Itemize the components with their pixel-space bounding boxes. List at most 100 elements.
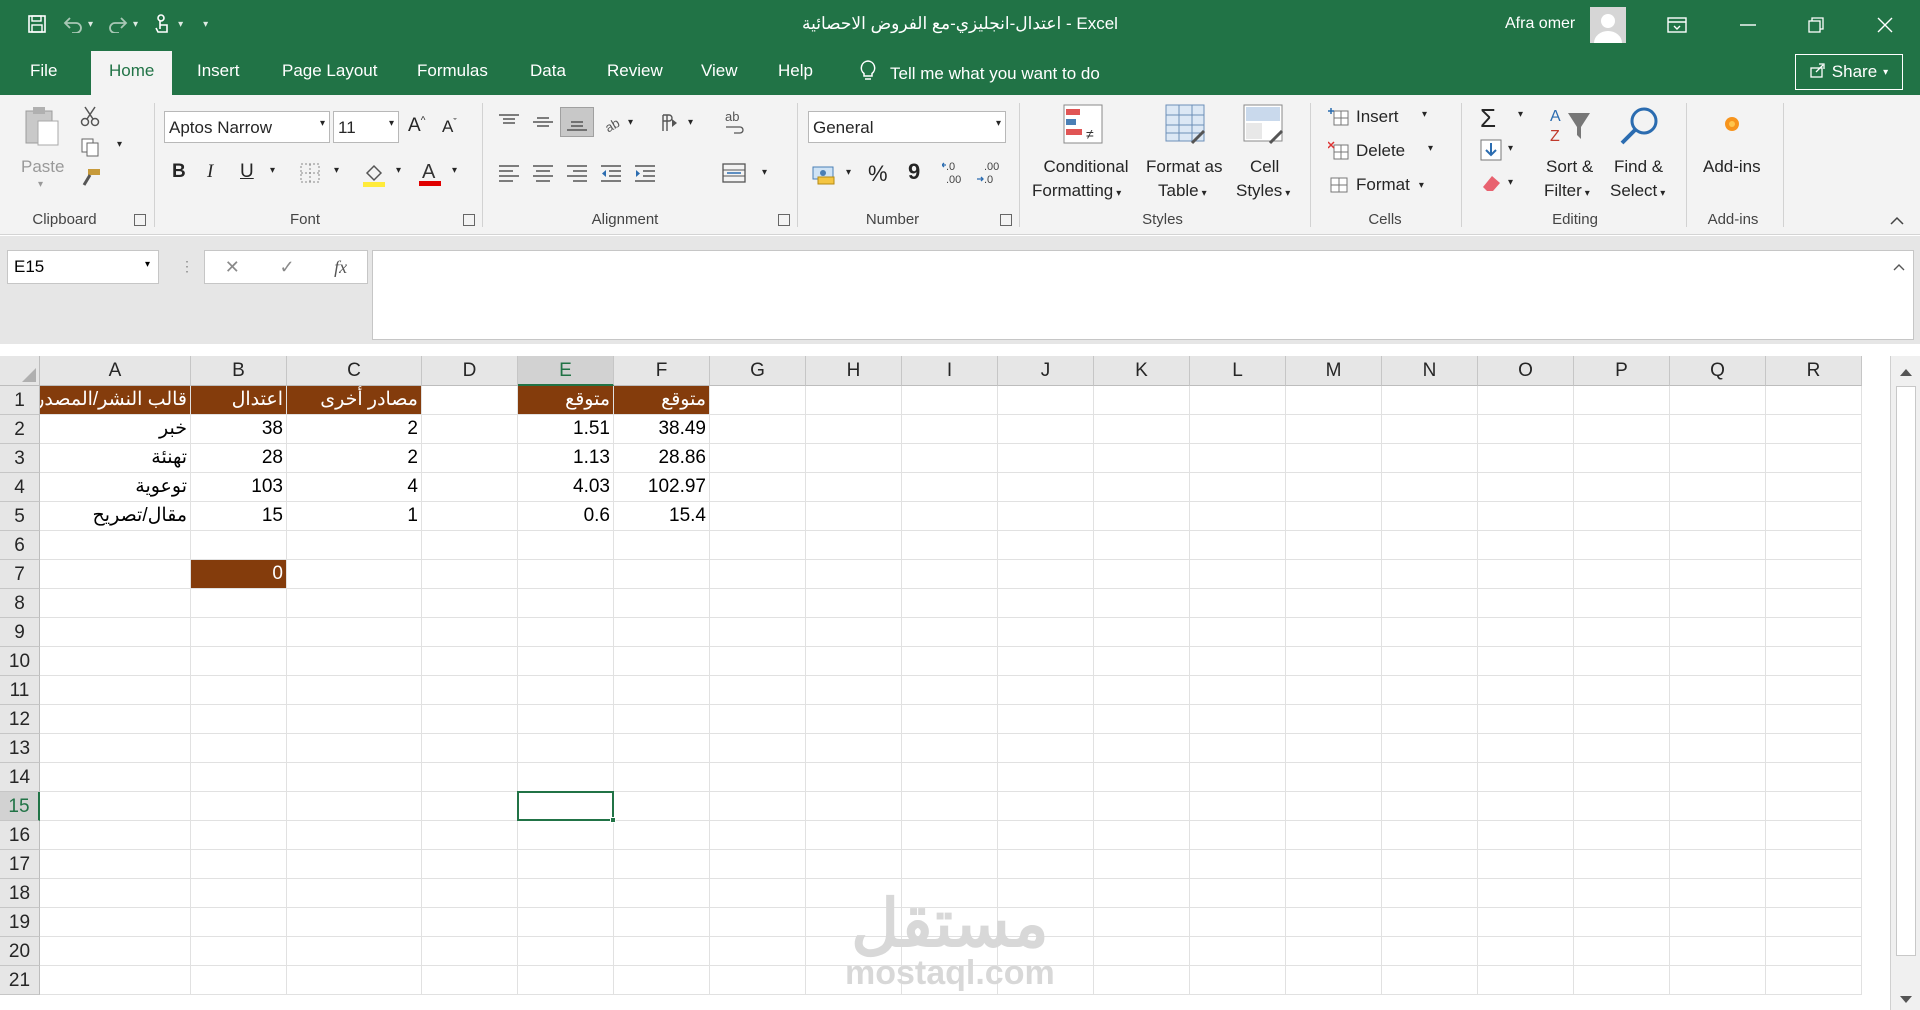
column-header-o[interactable]: O — [1478, 356, 1574, 386]
column-header-r[interactable]: R — [1766, 356, 1862, 386]
cell-f5[interactable]: 15.4 — [614, 502, 709, 530]
column-header-a[interactable]: A — [40, 356, 191, 386]
column-header-b[interactable]: B — [191, 356, 287, 386]
fill-dropdown-icon[interactable]: ▾ — [1508, 143, 1513, 154]
row-header-12[interactable]: 12 — [0, 705, 40, 734]
row-header-4[interactable]: 4 — [0, 473, 40, 502]
number-launcher-icon[interactable] — [1000, 214, 1012, 226]
column-header-h[interactable]: H — [806, 356, 902, 386]
cell-c5[interactable]: 1 — [287, 502, 421, 530]
cell-c2[interactable]: 2 — [287, 415, 421, 443]
font-launcher-icon[interactable] — [463, 214, 475, 226]
conditional-formatting-icon[interactable]: ≠ — [1062, 103, 1106, 154]
insert-function-button[interactable]: fx — [334, 257, 347, 278]
font-name-select[interactable]: Aptos Narrow ▾ — [164, 111, 330, 143]
clipboard-launcher-icon[interactable] — [134, 214, 146, 226]
paste-label[interactable]: Paste — [21, 157, 64, 177]
row-header-2[interactable]: 2 — [0, 415, 40, 444]
row-header-17[interactable]: 17 — [0, 850, 40, 879]
wrap-text-icon[interactable]: ab — [724, 109, 746, 140]
orientation-dropdown-icon[interactable]: ▾ — [628, 117, 633, 128]
add-ins-icon[interactable] — [1723, 115, 1741, 138]
find-select-label-2[interactable]: Select ▾ — [1610, 181, 1665, 201]
sort-filter-icon[interactable]: AZ — [1548, 105, 1592, 152]
tab-file[interactable]: File — [30, 61, 57, 81]
share-button[interactable]: Share ▾ — [1795, 54, 1903, 90]
row-header-11[interactable]: 11 — [0, 676, 40, 705]
vertical-scrollbar[interactable] — [1890, 356, 1920, 1010]
top-align-icon[interactable] — [498, 113, 520, 136]
middle-align-icon[interactable] — [532, 113, 554, 136]
tab-page-layout[interactable]: Page Layout — [282, 61, 377, 81]
format-painter-icon[interactable] — [80, 167, 102, 192]
row-header-20[interactable]: 20 — [0, 937, 40, 966]
align-right-icon[interactable] — [566, 163, 588, 188]
column-header-e[interactable]: E — [518, 356, 614, 386]
fill-color-dropdown-icon[interactable]: ▾ — [396, 165, 401, 176]
cell-b5[interactable]: 15 — [191, 502, 286, 530]
fill-color-icon[interactable] — [362, 161, 386, 192]
minimize-icon[interactable] — [1733, 10, 1763, 40]
row-header-15[interactable]: 15 — [0, 792, 40, 821]
decrease-font-size-icon[interactable]: Aˇ — [442, 117, 457, 137]
accounting-dropdown-icon[interactable]: ▾ — [846, 167, 851, 178]
scroll-up-icon[interactable] — [1899, 364, 1913, 382]
cell-a5[interactable]: مقال/تصريح — [40, 502, 190, 530]
cell-styles-label-1[interactable]: Cell — [1250, 157, 1279, 177]
format-cells-button[interactable]: Format ▾ — [1328, 175, 1424, 195]
format-as-table-label-2[interactable]: Table ▾ — [1158, 181, 1207, 201]
cell-b7[interactable]: 0 — [191, 560, 286, 588]
delete-cells-button[interactable]: Delete — [1328, 141, 1405, 161]
autosum-dropdown-icon[interactable]: ▾ — [1518, 109, 1523, 120]
cell-e4[interactable]: 4.03 — [518, 473, 613, 501]
percent-style-button[interactable]: % — [868, 161, 888, 187]
row-header-10[interactable]: 10 — [0, 647, 40, 676]
font-color-dropdown-icon[interactable]: ▾ — [452, 165, 457, 176]
copy-icon[interactable] — [80, 137, 100, 162]
cell-b2[interactable]: 38 — [191, 415, 286, 443]
orientation-icon[interactable]: ab — [602, 113, 625, 138]
merge-center-icon[interactable] — [722, 163, 746, 188]
tab-view[interactable]: View — [701, 61, 738, 81]
column-header-c[interactable]: C — [287, 356, 422, 386]
conditional-formatting-label-1[interactable]: Conditional — [1040, 157, 1132, 177]
underline-button[interactable]: U — [240, 161, 254, 183]
row-header-19[interactable]: 19 — [0, 908, 40, 937]
clear-icon[interactable] — [1480, 173, 1502, 198]
tab-review[interactable]: Review — [607, 61, 663, 81]
row-header-18[interactable]: 18 — [0, 879, 40, 908]
close-icon[interactable] — [1870, 10, 1900, 40]
row-header-14[interactable]: 14 — [0, 763, 40, 792]
autosum-icon[interactable]: Σ — [1480, 103, 1496, 134]
cell-c3[interactable]: 2 — [287, 444, 421, 472]
tab-help[interactable]: Help — [778, 61, 813, 81]
paste-icon[interactable] — [22, 105, 62, 146]
comma-style-button[interactable]: 9 — [908, 159, 920, 185]
column-header-p[interactable]: P — [1574, 356, 1670, 386]
scroll-down-icon[interactable] — [1899, 992, 1913, 1010]
enter-icon[interactable]: ✓ — [279, 257, 294, 278]
collapse-ribbon-icon[interactable] — [1890, 211, 1904, 231]
align-center-icon[interactable] — [532, 163, 554, 188]
conditional-formatting-label-2[interactable]: Formatting ▾ — [1032, 181, 1121, 201]
fill-icon[interactable] — [1480, 139, 1502, 166]
sort-filter-label-1[interactable]: Sort & — [1546, 157, 1593, 177]
merge-dropdown-icon[interactable]: ▾ — [762, 167, 767, 178]
row-header-6[interactable]: 6 — [0, 531, 40, 560]
cell-f3[interactable]: 28.86 — [614, 444, 709, 472]
cell-b4[interactable]: 103 — [191, 473, 286, 501]
column-header-l[interactable]: L — [1190, 356, 1286, 386]
increase-decimal-icon[interactable]: .0.00 — [941, 159, 968, 192]
cell-c4[interactable]: 4 — [287, 473, 421, 501]
cell-a1[interactable]: قالب النشر/المصدر — [40, 386, 190, 414]
column-header-m[interactable]: M — [1286, 356, 1382, 386]
column-header-d[interactable]: D — [422, 356, 518, 386]
formula-input[interactable] — [372, 250, 1914, 340]
cut-icon[interactable] — [80, 105, 100, 132]
cell-styles-label-2[interactable]: Styles ▾ — [1236, 181, 1290, 201]
scrollbar-thumb[interactable] — [1896, 386, 1916, 956]
font-size-select[interactable]: 11 ▾ — [333, 111, 399, 143]
column-header-k[interactable]: K — [1094, 356, 1190, 386]
row-header-9[interactable]: 9 — [0, 618, 40, 647]
alignment-launcher-icon[interactable] — [778, 214, 790, 226]
